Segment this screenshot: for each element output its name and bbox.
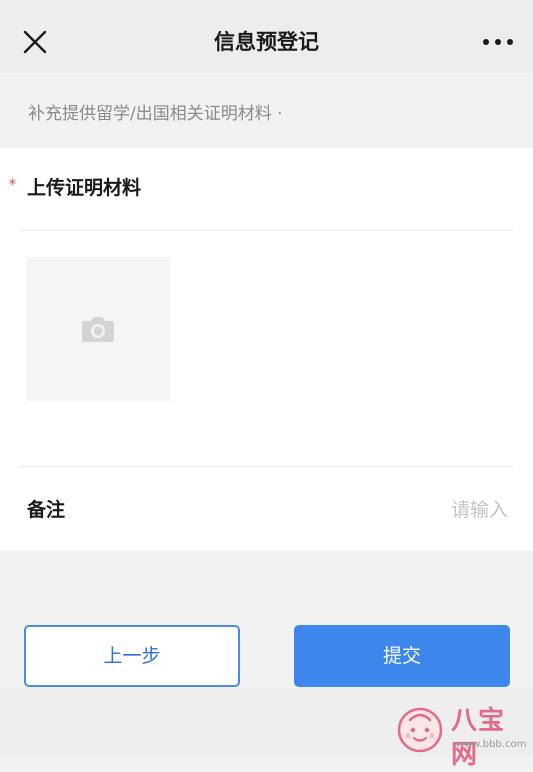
previous-step-button[interactable]: 上一步	[24, 625, 240, 687]
upload-photo-button[interactable]	[26, 257, 170, 401]
hint-section: 补充提供留学/出国相关证明材料 ·	[0, 73, 533, 148]
form-card: * 上传证明材料 备注	[0, 148, 533, 551]
more-icon[interactable]	[482, 38, 514, 46]
hint-text: 补充提供留学/出国相关证明材料 ·	[28, 104, 283, 124]
camera-icon	[82, 317, 114, 342]
note-label: 备注	[27, 499, 66, 521]
divider	[20, 230, 513, 231]
note-input[interactable]	[300, 495, 508, 525]
submit-button[interactable]: 提交	[294, 625, 510, 687]
upload-label: 上传证明材料	[27, 177, 142, 199]
required-marker: *	[9, 177, 16, 193]
watermark-logo: 八宝网 www.bbb.com	[396, 704, 530, 770]
navigation-bar: 信息预登记	[0, 0, 533, 73]
page-title: 信息预登记	[214, 30, 319, 54]
watermark-url: www.bbb.com	[456, 739, 527, 750]
baby-face-icon	[397, 707, 443, 753]
divider	[20, 466, 513, 467]
